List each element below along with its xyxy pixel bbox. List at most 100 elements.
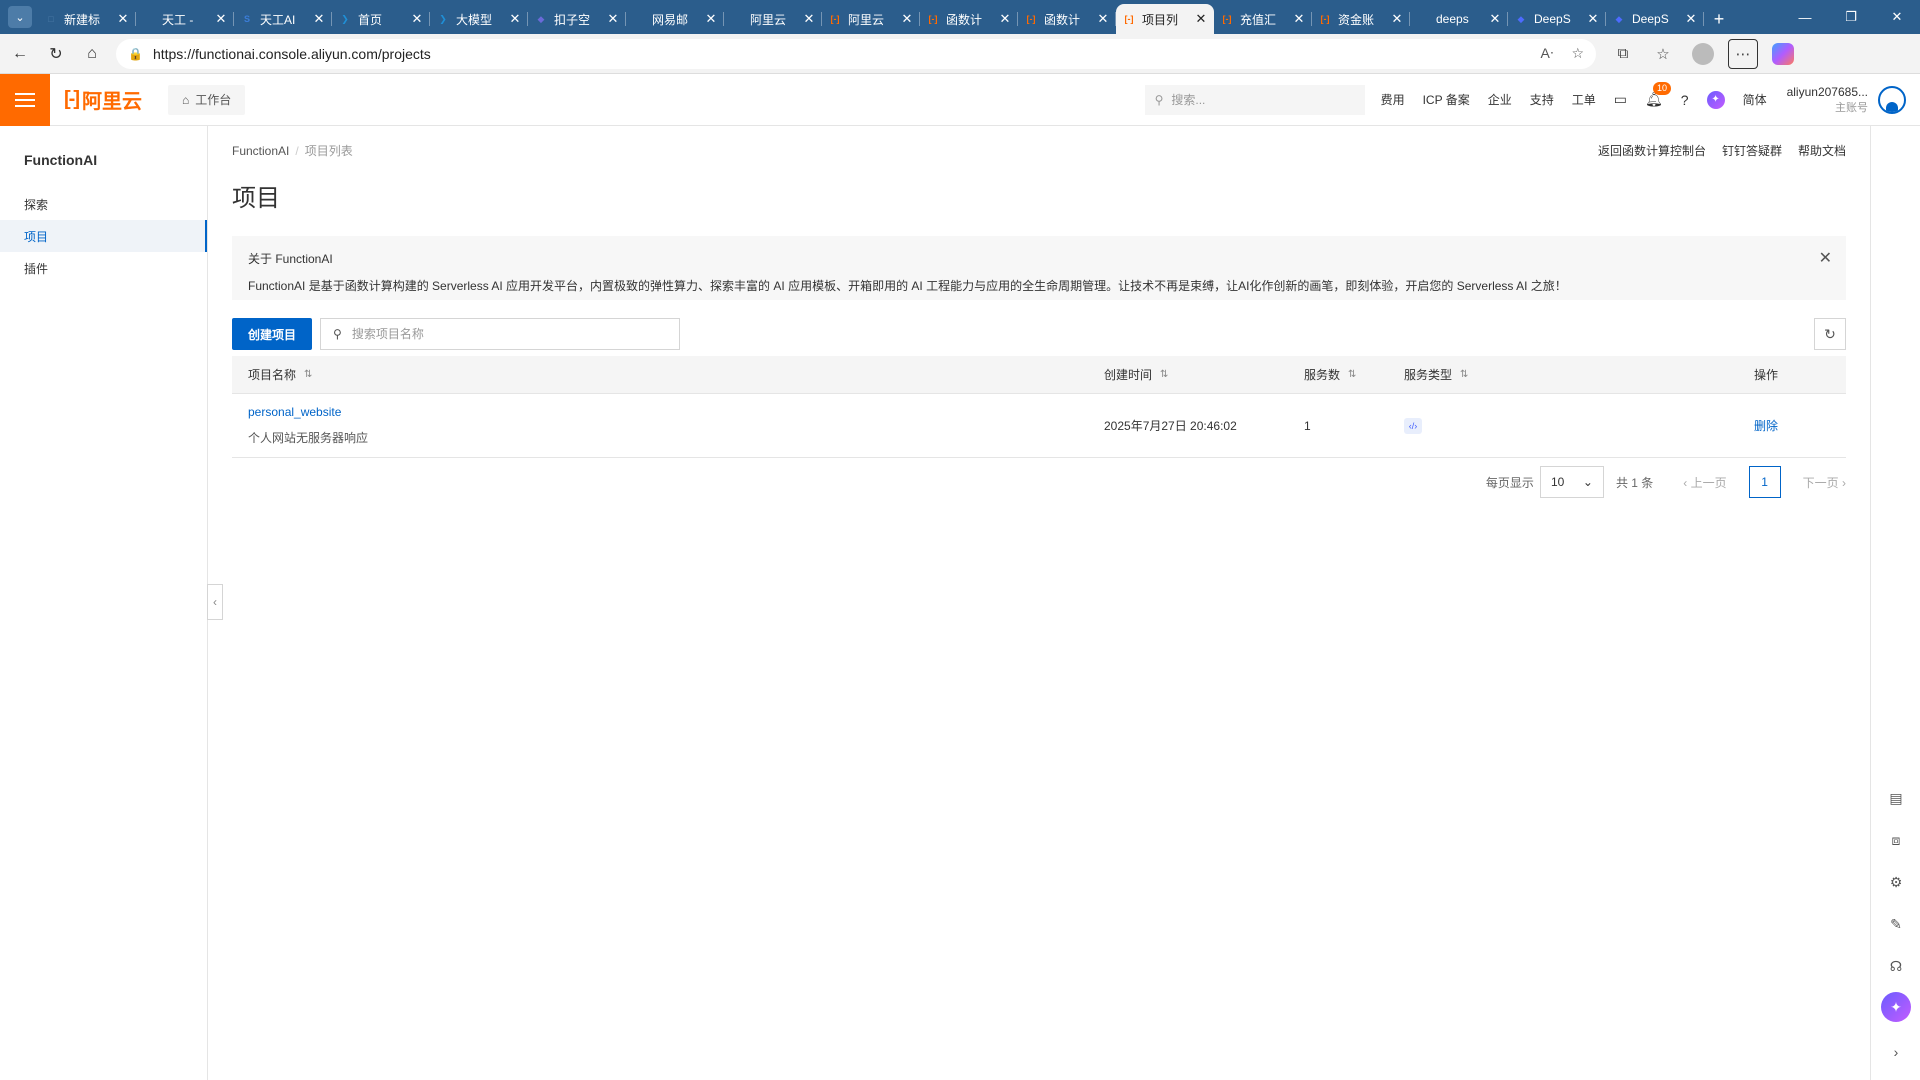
- workbench-button[interactable]: ⌂ 工作台: [167, 84, 246, 115]
- console-search-input[interactable]: ⚲ 搜索...: [1144, 84, 1365, 115]
- read-aloud-icon[interactable]: Aᐧ: [1541, 45, 1554, 62]
- browser-tab[interactable]: 阿里云 ✕: [724, 4, 822, 34]
- chevron-right-icon[interactable]: ›: [1884, 1040, 1908, 1064]
- next-page-button[interactable]: 下一页 ›: [1803, 474, 1846, 491]
- browser-tab[interactable]: [-] 函数计 ✕: [920, 4, 1018, 34]
- favorites-icon[interactable]: ☆: [1648, 39, 1678, 69]
- current-page-button[interactable]: 1: [1748, 466, 1781, 498]
- browser-tab[interactable]: [-] 项目列 ✕: [1116, 4, 1214, 34]
- tab-close-icon[interactable]: ✕: [214, 11, 228, 27]
- create-project-button[interactable]: 创建项目: [232, 318, 313, 350]
- tab-close-icon[interactable]: ✕: [410, 11, 424, 27]
- new-tab-button[interactable]: +: [1704, 4, 1734, 34]
- sidebar-item-projects[interactable]: 项目: [0, 220, 207, 252]
- browser-tab[interactable]: ◆ DeepS ✕: [1508, 4, 1606, 34]
- link-cost[interactable]: 费用: [1381, 91, 1405, 108]
- avatar[interactable]: [1878, 85, 1906, 114]
- back-to-fc-console-link[interactable]: 返回函数计算控制台: [1598, 142, 1706, 159]
- tab-close-icon[interactable]: ✕: [1684, 11, 1698, 27]
- tab-actions-menu-button[interactable]: ⌄: [8, 6, 32, 28]
- cloud-shell-icon[interactable]: ▭: [1614, 91, 1627, 108]
- browser-tab[interactable]: □ 新建标 ✕: [38, 4, 136, 34]
- restore-button[interactable]: ❐: [1828, 0, 1874, 34]
- help-docs-link[interactable]: 帮助文档: [1798, 142, 1846, 159]
- browser-tab[interactable]: [-] 资金账 ✕: [1312, 4, 1410, 34]
- tab-close-icon[interactable]: ✕: [802, 11, 816, 27]
- close-window-button[interactable]: ✕: [1874, 0, 1920, 34]
- browser-tab[interactable]: ❯ 首页 ✕: [332, 4, 430, 34]
- ai-assistant-icon[interactable]: ✦: [1706, 90, 1725, 109]
- tab-close-icon[interactable]: ✕: [606, 11, 620, 27]
- page-size-label: 每页显示: [1485, 475, 1534, 490]
- refresh-button[interactable]: ↻: [40, 38, 72, 70]
- more-menu-icon[interactable]: ⋯: [1728, 38, 1758, 69]
- copilot-icon[interactable]: [1768, 39, 1798, 69]
- tab-close-icon[interactable]: ✕: [312, 11, 326, 27]
- link-enterprise[interactable]: 企业: [1488, 91, 1512, 108]
- tab-close-icon[interactable]: ✕: [1096, 11, 1110, 27]
- profile-icon[interactable]: [1688, 39, 1718, 69]
- notification-bell-icon[interactable]: 🔔︎ 10: [1645, 82, 1672, 108]
- tab-title: 新建标: [64, 12, 101, 27]
- extensions-icon[interactable]: ⧉: [1608, 39, 1638, 69]
- help-icon[interactable]: ?: [1681, 92, 1689, 108]
- browser-tab[interactable]: [-] 充值汇 ✕: [1214, 4, 1312, 34]
- delete-link[interactable]: 删除: [1754, 419, 1778, 433]
- browser-tab[interactable]: deeps ✕: [1410, 4, 1508, 34]
- tab-close-icon[interactable]: ✕: [116, 11, 130, 27]
- minimize-button[interactable]: —: [1782, 0, 1828, 34]
- home-button[interactable]: ⌂: [76, 38, 108, 70]
- sort-icon[interactable]: ⇅: [1460, 369, 1468, 380]
- browser-tab[interactable]: ◆ 扣子空 ✕: [528, 4, 626, 34]
- link-icp[interactable]: ICP 备案: [1423, 91, 1470, 108]
- gear-icon[interactable]: ⚙: [1884, 870, 1908, 894]
- sort-icon[interactable]: ⇅: [304, 369, 312, 380]
- breadcrumb-root[interactable]: FunctionAI: [232, 144, 289, 158]
- browser-tab[interactable]: [-] 阿里云 ✕: [822, 4, 920, 34]
- tab-close-icon[interactable]: ✕: [900, 11, 914, 27]
- favorite-star-icon[interactable]: ☆: [1571, 45, 1584, 62]
- tab-close-icon[interactable]: ✕: [1488, 11, 1502, 27]
- link-ticket[interactable]: 工单: [1572, 91, 1596, 108]
- browser-tab[interactable]: S 天工AI ✕: [234, 4, 332, 34]
- notice-title: 关于 FunctionAI: [248, 252, 333, 266]
- sidebar-item-plugins[interactable]: 插件: [0, 252, 207, 284]
- tab-close-icon[interactable]: ✕: [1390, 11, 1404, 27]
- dingtalk-group-link[interactable]: 钉钉答疑群: [1722, 142, 1782, 159]
- browser-tab[interactable]: [-] 函数计 ✕: [1018, 4, 1116, 34]
- tab-close-icon[interactable]: ✕: [1586, 11, 1600, 27]
- tab-close-icon[interactable]: ✕: [704, 11, 718, 27]
- sidebar-collapse-chevron-icon[interactable]: ‹: [207, 584, 223, 620]
- link-support[interactable]: 支持: [1530, 91, 1554, 108]
- tab-title: 阿里云: [750, 12, 787, 27]
- api-icon[interactable]: ⧈: [1884, 828, 1908, 852]
- refresh-list-icon[interactable]: ↻: [1814, 318, 1846, 350]
- menu-icon[interactable]: [0, 73, 50, 126]
- ai-assistant-float-icon[interactable]: ✦: [1881, 992, 1911, 1022]
- aliyun-logo[interactable]: [-] 阿里云: [64, 85, 142, 114]
- account-info[interactable]: aliyun207685... 主账号: [1787, 84, 1868, 116]
- language-switch[interactable]: 简体: [1743, 91, 1767, 108]
- browser-tab[interactable]: 天工 - ✕: [136, 4, 234, 34]
- document-icon[interactable]: ▤: [1884, 786, 1908, 810]
- browser-tab[interactable]: 网易邮 ✕: [626, 4, 724, 34]
- close-icon[interactable]: ✕: [1819, 248, 1832, 268]
- browser-tab[interactable]: ❯ 大模型 ✕: [430, 4, 528, 34]
- project-name-link[interactable]: personal_website: [248, 405, 1104, 419]
- tab-close-icon[interactable]: ✕: [508, 11, 522, 27]
- tab-close-icon[interactable]: ✕: [1292, 11, 1306, 27]
- prev-page-button[interactable]: ‹ 上一页: [1683, 474, 1726, 491]
- sort-icon[interactable]: ⇅: [1348, 369, 1356, 380]
- url-field[interactable]: 🔒 https://functionai.console.aliyun.com/…: [116, 38, 1596, 69]
- edit-icon[interactable]: ✎: [1884, 912, 1908, 936]
- project-search-input[interactable]: [351, 327, 668, 341]
- tab-title: DeepS: [1632, 12, 1669, 26]
- tab-close-icon[interactable]: ✕: [998, 11, 1012, 27]
- browser-tab[interactable]: ◆ DeepS ✕: [1606, 4, 1704, 34]
- sort-icon[interactable]: ⇅: [1160, 369, 1168, 380]
- sidebar-item-explore[interactable]: 探索: [0, 188, 207, 220]
- back-button[interactable]: ←: [4, 38, 36, 70]
- customer-service-icon[interactable]: ☊: [1884, 954, 1908, 978]
- page-size-select[interactable]: 10 ⌄: [1539, 466, 1604, 498]
- tab-close-icon[interactable]: ✕: [1194, 11, 1208, 27]
